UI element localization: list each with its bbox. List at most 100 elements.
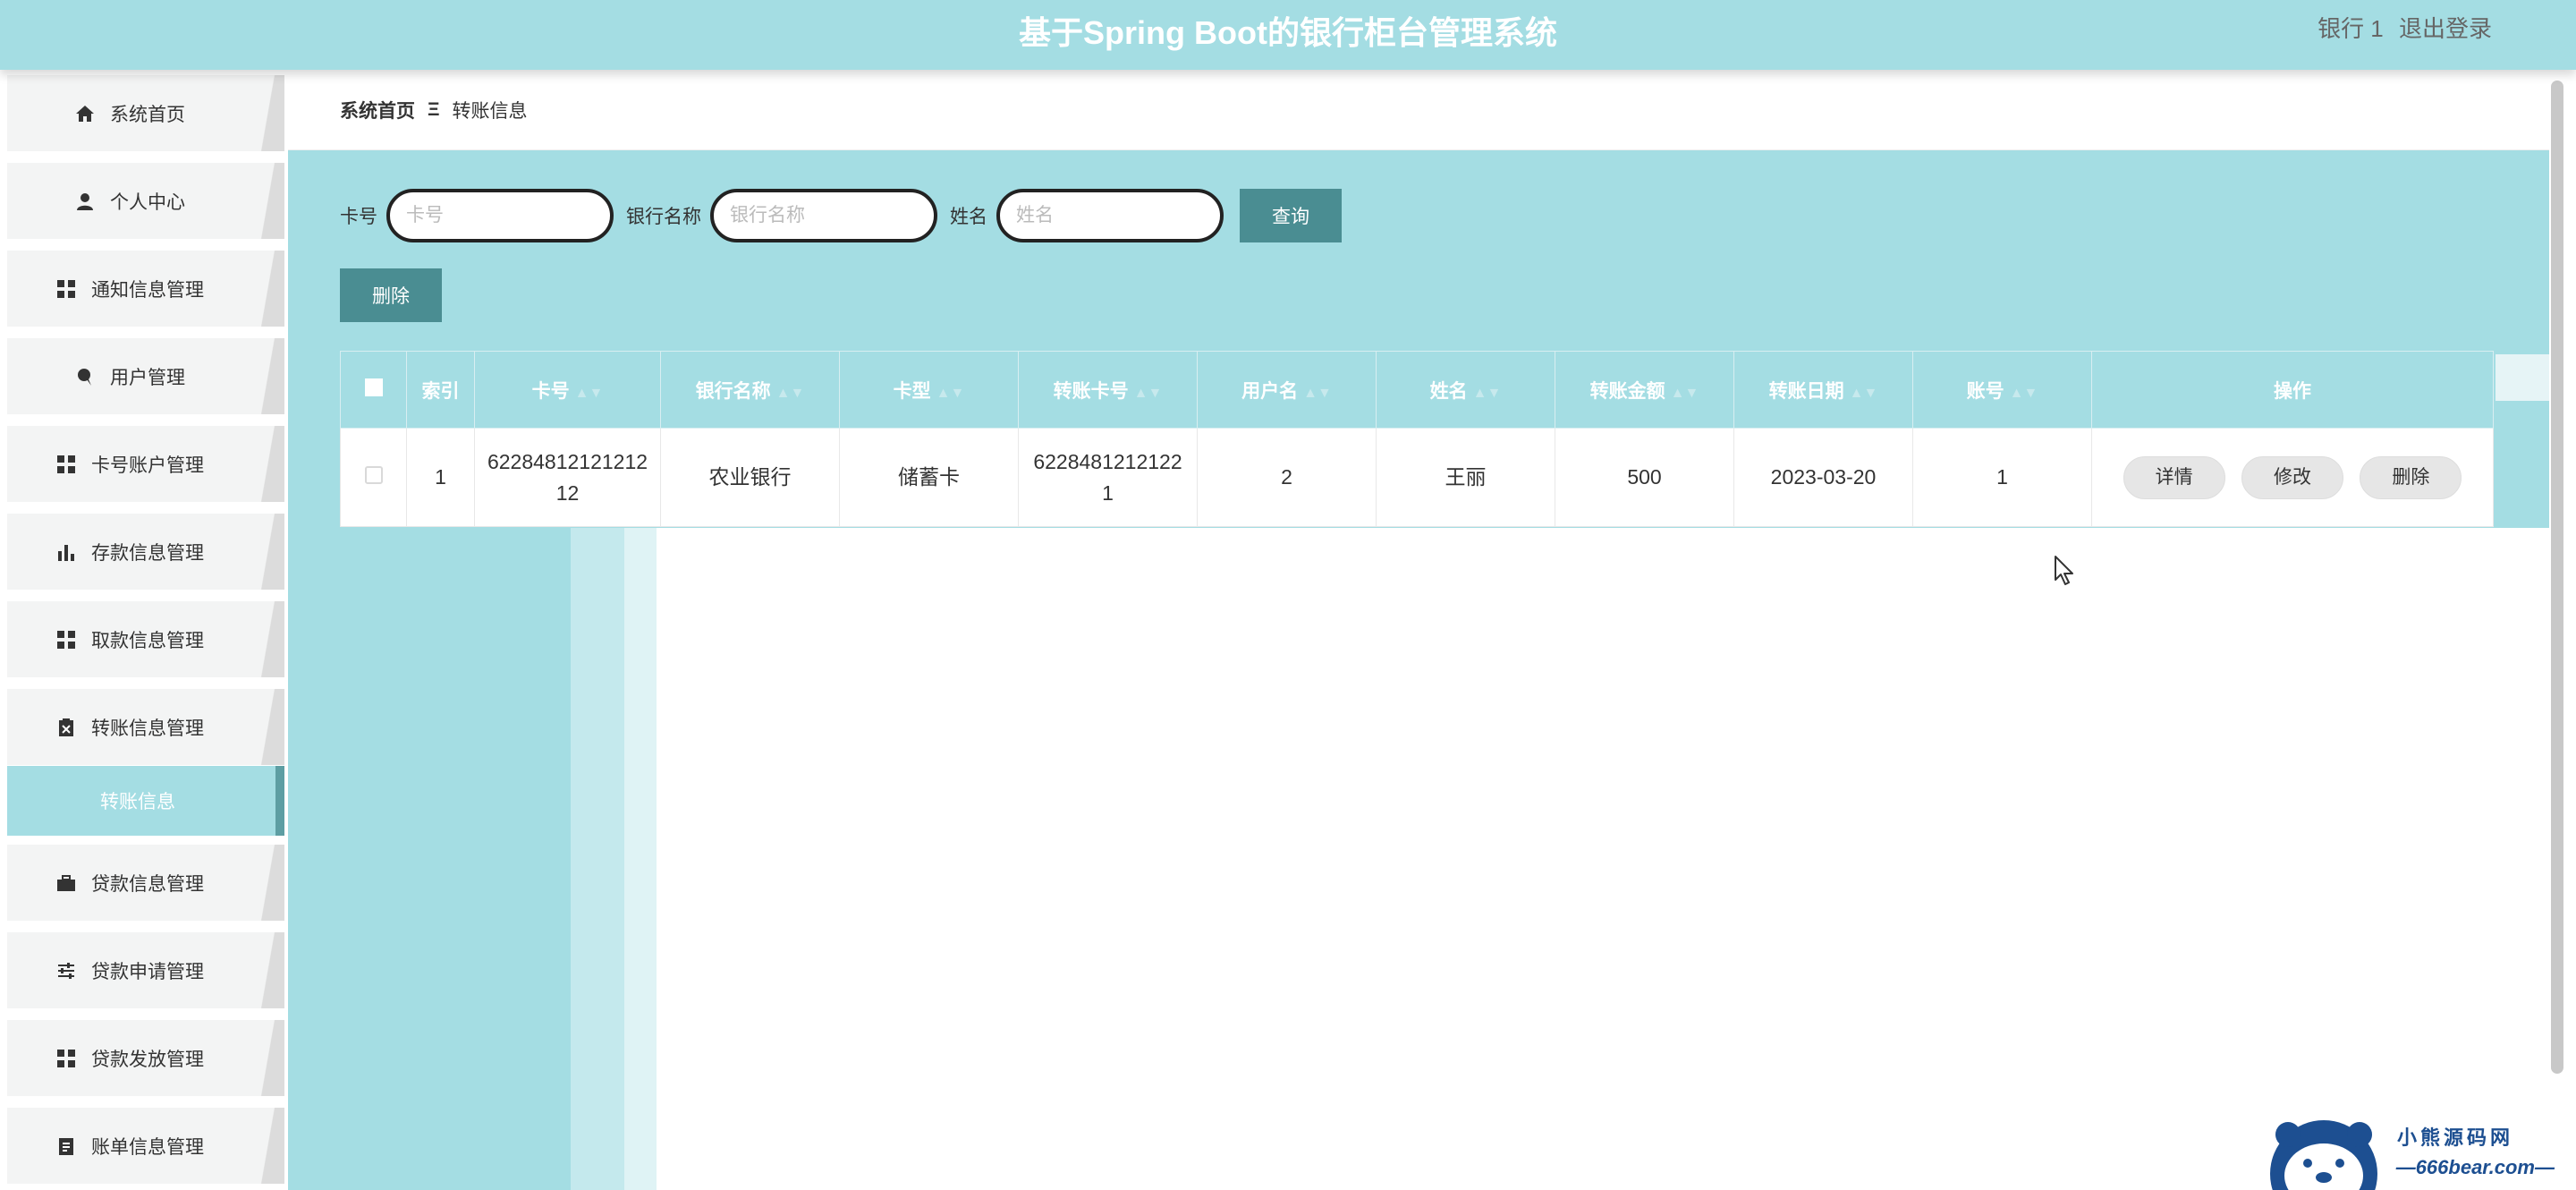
column-header-transfer-card[interactable]: 转账卡号 ▲▼ (1018, 351, 1198, 429)
sidebar-item-label: 贷款发放管理 (91, 1049, 204, 1070)
watermark-url: —666bear.com— (2395, 1156, 2555, 1178)
left-panel-strip (288, 150, 340, 1190)
detail-button[interactable]: 详情 (2123, 455, 2225, 499)
sidebar-item-deposits[interactable]: 存款信息管理 (7, 514, 284, 590)
sidebar-item-loan-applications[interactable]: 贷款申请管理 (7, 932, 284, 1008)
mouse-cursor-icon (2055, 556, 2073, 585)
sidebar-item-withdrawals[interactable]: 取款信息管理 (7, 601, 284, 677)
row-checkbox[interactable] (364, 466, 383, 485)
logout-link[interactable]: 退出登录 (2399, 15, 2492, 42)
pin-icon (74, 366, 96, 387)
sidebar-item-loans[interactable]: 贷款信息管理 (7, 845, 284, 921)
name-input[interactable] (996, 189, 1224, 242)
name-label: 姓名 (950, 207, 987, 227)
breadcrumb: 系统首页 Ξ 转账信息 (340, 97, 528, 123)
cell-card-type: 储蓄卡 (839, 428, 1019, 527)
column-header-username[interactable]: 用户名 ▲▼ (1197, 351, 1377, 429)
select-all-header[interactable] (340, 351, 407, 429)
grid-icon (55, 1048, 77, 1069)
app-title: 基于Spring Boot的银行柜台管理系统 (1019, 14, 1557, 51)
search-row: 卡号 银行名称 姓名 查询 (340, 188, 1342, 243)
left-panel-fade-light (624, 528, 657, 1190)
sidebar-item-label: 转账信息管理 (91, 718, 204, 739)
sidebar-item-label: 卡号账户管理 (91, 455, 204, 476)
watermark-title: 小熊源码网 (2396, 1126, 2513, 1149)
vertical-scrollbar[interactable] (2551, 81, 2563, 1074)
grid-icon (55, 629, 77, 650)
column-header-date[interactable]: 转账日期 ▲▼ (1733, 351, 1913, 429)
sidebar-item-bills[interactable]: 账单信息管理 (7, 1108, 284, 1184)
panel-edge (2496, 354, 2549, 401)
table-header-row: 索引 卡号 ▲▼ 银行名称 ▲▼ 卡型 ▲▼ 转账卡号 ▲▼ 用户名 ▲▼ 姓名 ▲▼ 转账… (340, 351, 2494, 429)
transfer-table: 索引 卡号 ▲▼ 银行名称 ▲▼ 卡型 ▲▼ 转账卡号 ▲▼ 用户名 ▲▼ 姓名 ▲▼ 转账… (340, 351, 2494, 527)
cell-account: 1 (1912, 428, 2092, 527)
sidebar-item-label: 系统首页 (110, 104, 185, 125)
sidebar-item-label: 贷款申请管理 (91, 961, 204, 982)
sidebar-subitem-transfer-info[interactable]: 转账信息 (7, 766, 284, 836)
column-header-index: 索引 (406, 351, 475, 429)
card-number-input[interactable] (386, 189, 614, 242)
breadcrumb-home[interactable]: 系统首页 (340, 97, 415, 123)
sidebar-item-label: 取款信息管理 (91, 630, 204, 651)
breadcrumb-bar: 系统首页 Ξ 转账信息 (288, 70, 2549, 150)
sort-icon[interactable]: ▲▼ (1134, 386, 1163, 401)
clipboard-icon (55, 717, 77, 738)
row-select-cell[interactable] (340, 428, 407, 527)
column-header-name[interactable]: 姓名 ▲▼ (1376, 351, 1555, 429)
column-header-bank[interactable]: 银行名称 ▲▼ (660, 351, 840, 429)
delete-button[interactable]: 删除 (340, 268, 442, 322)
sidebar-item-label: 贷款信息管理 (91, 873, 204, 895)
sort-icon[interactable]: ▲▼ (1671, 386, 1699, 401)
sidebar-item-label: 通知信息管理 (91, 279, 204, 301)
row-delete-button[interactable]: 删除 (2360, 455, 2462, 499)
column-header-account[interactable]: 账号 ▲▼ (1912, 351, 2092, 429)
left-panel-fade (571, 528, 624, 1190)
sort-icon[interactable]: ▲▼ (1850, 386, 1878, 401)
card-number-label: 卡号 (340, 207, 377, 227)
sort-icon[interactable]: ▲▼ (1473, 386, 1502, 401)
left-panel-block (340, 528, 571, 1190)
query-button[interactable]: 查询 (1240, 189, 1342, 242)
cell-transfer-card-no: 6228481212122 1 (1018, 428, 1198, 527)
column-header-card-type[interactable]: 卡型 ▲▼ (839, 351, 1019, 429)
sidebar: 系统首页 个人中心 通知信息管理 用户管理 卡号账户管理 存款信息管理 取款信息… (7, 70, 284, 1190)
column-header-amount[interactable]: 转账金额 ▲▼ (1555, 351, 1734, 429)
grid-icon (55, 278, 77, 300)
sidebar-item-card-accounts[interactable]: 卡号账户管理 (7, 426, 284, 502)
cell-date: 2023-03-20 (1733, 428, 1913, 527)
sidebar-item-notice[interactable]: 通知信息管理 (7, 251, 284, 327)
bank-name-input[interactable] (710, 189, 937, 242)
bank-name-label: 银行名称 (626, 207, 701, 227)
sidebar-item-profile[interactable]: 个人中心 (7, 163, 284, 239)
home-icon (74, 103, 96, 124)
select-all-checkbox[interactable] (364, 378, 383, 396)
header-user-area: 银行 1 退出登录 (2309, 11, 2492, 44)
column-header-card-no[interactable]: 卡号 ▲▼ (474, 351, 661, 429)
sidebar-item-loan-disbursement[interactable]: 贷款发放管理 (7, 1020, 284, 1096)
cell-bank: 农业银行 (660, 428, 840, 527)
sort-icon[interactable]: ▲▼ (575, 386, 604, 401)
current-user: 银行 1 (2318, 15, 2384, 42)
sidebar-item-home[interactable]: 系统首页 (7, 75, 284, 151)
edit-button[interactable]: 修改 (2241, 455, 2343, 499)
grid-icon (55, 454, 77, 475)
header-bar: 基于Spring Boot的银行柜台管理系统 银行 1 退出登录 (0, 0, 2576, 70)
sort-icon[interactable]: ▲▼ (2010, 386, 2038, 401)
sidebar-item-transfers[interactable]: 转账信息管理 (7, 689, 284, 765)
sort-icon[interactable]: ▲▼ (776, 386, 805, 401)
bear-logo-icon (2270, 1120, 2377, 1190)
briefcase-icon (55, 872, 77, 894)
sort-icon[interactable]: ▲▼ (936, 386, 965, 401)
cell-actions: 详情 修改 删除 (2091, 428, 2494, 527)
document-icon (55, 1135, 77, 1157)
cell-username: 2 (1197, 428, 1377, 527)
sidebar-item-label: 用户管理 (110, 367, 185, 388)
sidebar-item-label: 账单信息管理 (91, 1136, 204, 1158)
table-row: 1 6228481212121212 农业银行 储蓄卡 622848121212… (340, 428, 2494, 527)
sort-icon[interactable]: ▲▼ (1303, 386, 1332, 401)
column-header-actions: 操作 (2091, 351, 2494, 429)
sidebar-item-label: 存款信息管理 (91, 542, 204, 564)
cell-index: 1 (406, 428, 475, 527)
breadcrumb-separator: Ξ (428, 99, 440, 120)
sidebar-item-users[interactable]: 用户管理 (7, 338, 284, 414)
